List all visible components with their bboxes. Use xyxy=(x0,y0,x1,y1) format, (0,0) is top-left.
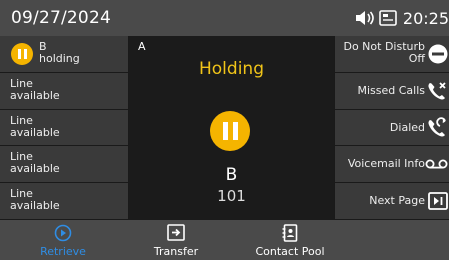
transfer-label: Transfer xyxy=(153,245,199,258)
line-key-4-label: Line available xyxy=(10,150,60,176)
voicemail-label: Voicemail Info xyxy=(347,157,425,171)
line-key-5-label: Line available xyxy=(10,187,60,213)
status-time: 20:25 xyxy=(402,8,449,28)
line-key-4[interactable]: Line available xyxy=(0,146,129,184)
next-page-label: Next Page xyxy=(369,194,425,208)
transfer-icon xyxy=(167,224,185,241)
retrieve-label: Retrieve xyxy=(40,245,86,258)
dnd-icon xyxy=(428,44,448,64)
contacts-icon xyxy=(282,224,298,242)
caller-number: 101 xyxy=(217,187,246,205)
dialed-key[interactable]: Dialed xyxy=(334,109,449,147)
line-key-2-label: Line available xyxy=(10,76,60,102)
line-key-1[interactable]: B holding xyxy=(0,36,129,73)
call-line-label: A xyxy=(138,40,146,53)
call-panel: A Holding B 101 xyxy=(129,36,334,220)
missed-call-icon xyxy=(428,82,446,100)
screen-icon xyxy=(379,10,397,26)
status-icons: 20:25 xyxy=(353,8,449,28)
caller-name: B xyxy=(225,165,238,185)
contact-pool-softkey[interactable]: Contact Pool xyxy=(245,220,335,260)
contact-pool-label: Contact Pool xyxy=(255,245,325,258)
status-bar: 09/27/2024 20:25 xyxy=(0,0,449,36)
dnd-label: Do Not Disturb Off xyxy=(343,40,425,65)
line-key-3[interactable]: Line available xyxy=(0,109,129,147)
next-page-icon xyxy=(428,192,448,211)
hold-icon xyxy=(11,43,33,65)
status-date: 09/27/2024 xyxy=(11,8,111,28)
call-state: Holding xyxy=(199,59,264,79)
voicemail-key[interactable]: Voicemail Info xyxy=(334,146,449,184)
line-key-5[interactable]: Line available xyxy=(0,183,129,220)
dialed-call-icon xyxy=(428,116,446,137)
hold-icon xyxy=(210,111,250,151)
line-key-1-label: B holding xyxy=(39,40,80,65)
missed-calls-label: Missed Calls xyxy=(357,83,425,97)
voicemail-icon xyxy=(425,159,448,169)
line-key-3-label: Line available xyxy=(10,113,60,139)
function-keys: Do Not Disturb Off Missed Calls Dialed V… xyxy=(334,36,449,220)
missed-calls-key[interactable]: Missed Calls xyxy=(334,72,449,110)
line-key-2[interactable]: Line available xyxy=(0,72,129,110)
speaker-icon xyxy=(355,11,374,25)
line-keys: B holding Line available Line available Li… xyxy=(0,36,129,220)
play-icon xyxy=(54,224,72,242)
next-page-key[interactable]: Next Page xyxy=(334,183,449,220)
transfer-softkey[interactable]: Transfer xyxy=(141,220,211,260)
retrieve-softkey[interactable]: Retrieve xyxy=(28,220,98,260)
dialed-label: Dialed xyxy=(389,120,425,134)
dnd-key[interactable]: Do Not Disturb Off xyxy=(334,36,449,73)
softkey-bar: Retrieve Transfer Contact Pool xyxy=(0,220,449,260)
